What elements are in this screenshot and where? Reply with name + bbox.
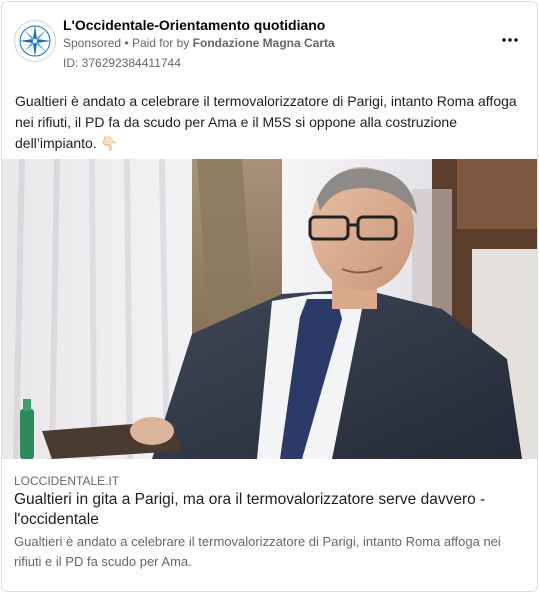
meta-separator: • xyxy=(124,36,129,50)
sponsored-label: Sponsored xyxy=(63,36,122,50)
link-description: Gualtieri è andato a celebrare il termov… xyxy=(14,534,501,569)
link-preview-image[interactable] xyxy=(2,159,538,459)
ad-id: ID: 376292384411744 xyxy=(63,56,181,70)
post-header: L'Occidentale-Orientamento quotidiano Sp… xyxy=(2,2,537,82)
page-avatar[interactable] xyxy=(14,20,56,62)
link-preview[interactable]: LOCCIDENTALE.IT Gualtieri in gita a Pari… xyxy=(2,459,537,591)
more-options-button[interactable] xyxy=(497,30,523,50)
post-text: Gualtieri è andato a celebrare il termov… xyxy=(15,93,517,151)
paid-for-prefix: Paid for by xyxy=(131,36,190,50)
ad-card: L'Occidentale-Orientamento quotidiano Sp… xyxy=(1,1,538,592)
compass-star-logo-icon xyxy=(19,25,51,57)
link-domain: LOCCIDENTALE.IT xyxy=(14,474,120,488)
page-name-link[interactable]: L'Occidentale-Orientamento quotidiano xyxy=(63,17,325,33)
link-title[interactable]: Gualtieri in gita a Parigi, ma ora il te… xyxy=(14,490,519,530)
paid-for-by-link[interactable]: Fondazione Magna Carta xyxy=(193,36,335,50)
sponsored-meta: Sponsored • Paid for by Fondazione Magna… xyxy=(63,36,335,50)
more-horizontal-icon xyxy=(502,38,518,42)
